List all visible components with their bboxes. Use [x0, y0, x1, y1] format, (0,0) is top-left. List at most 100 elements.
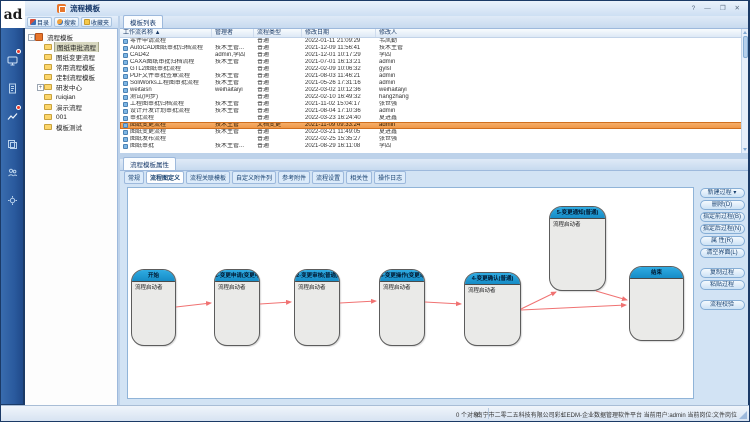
node-actor: 流程启动者: [550, 219, 605, 229]
column-header[interactable]: 修改日期: [302, 29, 376, 37]
help-button[interactable]: ?: [692, 5, 696, 13]
column-header[interactable]: 修改人: [376, 29, 748, 37]
table-row[interactable]: 图纸变更流程技术主管普通2022-03-21 11:49:05夏进鑫: [120, 129, 748, 136]
tab-properties[interactable]: 流程模板属性: [123, 157, 176, 170]
flow-node-end[interactable]: 结束: [629, 266, 684, 341]
cell: 技术主管...: [212, 45, 254, 52]
action-button[interactable]: 清空界面(L): [700, 248, 745, 258]
column-header[interactable]: 工作流名称 ▲: [120, 29, 212, 37]
action-button[interactable]: 删除(D): [700, 200, 745, 210]
tab-相关性[interactable]: 相关性: [346, 171, 372, 184]
gear-icon: [7, 195, 18, 206]
tab-流程关联模板[interactable]: 流程关联模板: [186, 171, 230, 184]
workflow-name-cell: PDF文件审批签章流程: [120, 73, 212, 80]
expander-icon[interactable]: +: [37, 84, 44, 91]
workflow-name-cell: AutoCAD图纸审批归档流程: [120, 45, 212, 52]
nav-settings-button[interactable]: [1, 186, 23, 214]
action-button[interactable]: 新建过程 ▾: [700, 188, 745, 198]
nav-copy-button[interactable]: [1, 130, 23, 158]
cell: 张世强: [376, 136, 748, 143]
tree-item[interactable]: 演示流程: [28, 102, 117, 112]
workflow-name-cell: 测试(同步): [120, 94, 212, 101]
resize-grip[interactable]: [739, 411, 747, 419]
action-button[interactable]: 流程校验: [700, 300, 745, 310]
flow-canvas[interactable]: 开始 流程启动者 1-变更申请(变更申 流程启动者 2-变更审核(普通) 流程启…: [127, 187, 694, 399]
column-header[interactable]: 管理者: [212, 29, 254, 37]
status-bar: 0 个对象 南宁市二零二五科技有限公司彩虹EDM-企业数据管理软件平台 当前用户…: [1, 405, 749, 421]
minimize-button[interactable]: —: [704, 5, 711, 13]
table-row[interactable]: 设计开发计划审批流程技术主管普通2021-08-04 17:10:36admin: [120, 108, 748, 115]
tab-流程设置[interactable]: 流程设置: [312, 171, 344, 184]
flow-node-5[interactable]: 5-变更通知(普通) 流程启动者: [549, 206, 606, 291]
table-row[interactable]: 图纸审批技术主管...普通2021-08-29 16:11:08李四: [120, 143, 748, 150]
folder-icon: [44, 44, 52, 50]
tree-item[interactable]: 常用流程模板: [28, 62, 117, 72]
table-row[interactable]: 测试(同步)普通2022-02-10 16:49:32hangzhang: [120, 94, 748, 101]
tab-template-list[interactable]: 模板列表: [123, 15, 163, 28]
table-row[interactable]: PDF文件审批签章流程技术主管普通2021-08-03 11:46:21admi…: [120, 73, 748, 80]
search-button[interactable]: 搜索: [54, 17, 79, 27]
catalog-toolbar: 目录 搜索 收藏夹: [25, 16, 118, 29]
table-row[interactable]: CAD42admin,李四普通2021-12-01 10:17:29李四: [120, 52, 748, 59]
tree-item[interactable]: +研发中心: [28, 82, 117, 92]
action-button[interactable]: 粘贴过程: [700, 280, 745, 290]
tree-item[interactable]: 图纸变更流程: [28, 52, 117, 62]
tab-流程图定义[interactable]: 流程图定义: [146, 171, 184, 184]
table-row[interactable]: AutoCAD图纸审批归档流程技术主管...普通2021-12-09 11:56…: [120, 45, 748, 52]
table-row[interactable]: 工程图审批归档流程技术主管普通2021-11-02 15:04:17张世强: [120, 101, 748, 108]
catalog-button[interactable]: 目录: [27, 17, 52, 27]
nav-flow-button[interactable]: [1, 102, 23, 130]
action-button[interactable]: 属 性(R): [700, 236, 745, 246]
maximize-button[interactable]: ❐: [720, 5, 726, 13]
flow-node-1[interactable]: 1-变更申请(变更申 流程启动者: [214, 269, 260, 346]
scroll-up-icon[interactable]: [743, 31, 747, 34]
tab-常规[interactable]: 常规: [124, 171, 144, 184]
tab-自定义附件列[interactable]: 自定义附件列: [232, 171, 276, 184]
table-row[interactable]: 零件申请流程普通2022-01-11 21:09:29韦凤勤: [120, 38, 748, 45]
table-row[interactable]: SoliWorks工程图审批流程技术主管普通2021-05-26 17:31:1…: [120, 80, 748, 87]
tree-item[interactable]: ruiqian: [28, 92, 117, 102]
tab-参考附件[interactable]: 参考附件: [278, 171, 310, 184]
scroll-down-icon[interactable]: [743, 148, 747, 151]
tree-item[interactable]: 模板测试: [28, 122, 117, 132]
flow-node-4[interactable]: 4-变更确认(普通) 流程启动者: [464, 272, 521, 346]
flow-node-3[interactable]: 3-变更操作(变更单 流程启动者: [379, 269, 425, 346]
table-row[interactable]: 图纸发布流程普通2022-02-25 15:35:27张世强: [120, 136, 748, 143]
workflow-icon: [123, 116, 128, 121]
flow-node-start[interactable]: 开始 流程启动者: [131, 269, 176, 346]
table-scrollbar[interactable]: [741, 29, 748, 153]
tree-item[interactable]: 图纸审批流程: [28, 42, 117, 52]
cell: 普通: [254, 73, 302, 80]
tree-item[interactable]: 定制流程模板: [28, 72, 117, 82]
tree-item[interactable]: 001: [28, 112, 117, 122]
action-button[interactable]: 指定后过程(N): [700, 224, 745, 234]
table-row[interactable]: weitaisnweihaitaiyi普通2022-03-02 10:12:36…: [120, 87, 748, 94]
table-row[interactable]: CAXA图纸审批归档流程技术主管普通2021-07-01 16:13:21adm…: [120, 59, 748, 66]
workflow-icon: [123, 95, 128, 100]
cell: 2021-08-04 17:10:36: [302, 108, 376, 115]
table-row[interactable]: 审批流程普通2022-03-23 16:24:40夏进鑫: [120, 115, 748, 122]
tree-item-label: 图纸审批流程: [54, 42, 99, 52]
action-button[interactable]: 指定前过程(B): [700, 212, 745, 222]
close-button[interactable]: ✕: [735, 5, 740, 13]
favorites-button[interactable]: 收藏夹: [81, 17, 112, 27]
workflow-icon: [123, 74, 128, 79]
tree-root[interactable]: - 流程模板: [28, 32, 117, 42]
expander-icon[interactable]: -: [28, 34, 35, 41]
action-button[interactable]: 复制过程: [700, 268, 745, 278]
cell: 2021-08-29 16:11:08: [302, 143, 376, 150]
cell: admin: [376, 80, 748, 87]
table-row[interactable]: 图纸变更流程技术主管文档变更2021-11-09 09:33:24admin: [120, 122, 748, 129]
flow-node-2[interactable]: 2-变更审核(普通) 流程启动者: [294, 269, 340, 346]
tab-操作日志[interactable]: 操作日志: [374, 171, 406, 184]
table-row[interactable]: GTL2图纸审批流程普通2022-02-09 10:06:32gylsl: [120, 66, 748, 73]
column-header[interactable]: 流程类型: [254, 29, 302, 37]
nav-users-button[interactable]: [1, 158, 23, 186]
nav-document-button[interactable]: [1, 74, 23, 102]
cell: admin: [376, 122, 748, 129]
scrollbar-thumb[interactable]: [743, 36, 748, 58]
nav-monitor-button[interactable]: [1, 46, 23, 74]
workflow-name-cell: 图纸变更流程: [120, 129, 212, 136]
workflow-icon: [123, 88, 128, 93]
cell: 普通: [254, 87, 302, 94]
